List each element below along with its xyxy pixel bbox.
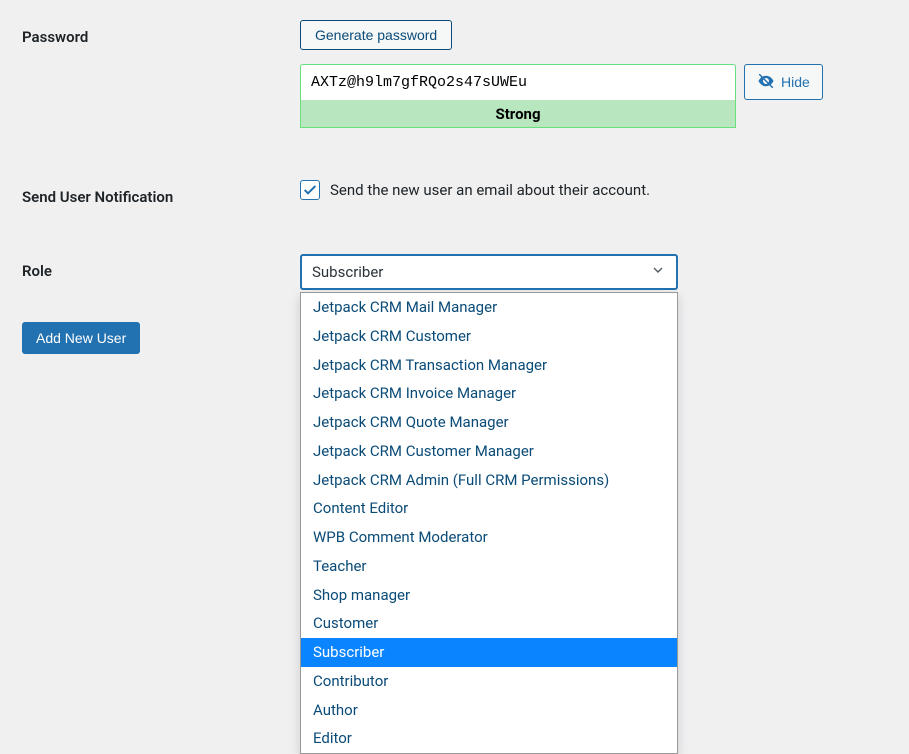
role-option[interactable]: Author [301, 696, 677, 725]
hide-password-button[interactable]: Hide [744, 64, 823, 100]
role-row: Role Subscriber Jetpack CRM Mail Manager… [22, 254, 909, 290]
role-option[interactable]: Shop manager [301, 581, 677, 610]
role-selected-value: Subscriber [312, 263, 383, 281]
role-option[interactable]: Jetpack CRM Transaction Manager [301, 351, 677, 380]
role-option[interactable]: Jetpack CRM Admin (Full CRM Permissions) [301, 466, 677, 495]
password-wrap: Strong Hide [300, 64, 909, 128]
hide-button-label: Hide [781, 74, 810, 90]
check-icon [302, 182, 318, 198]
eye-slash-icon [757, 72, 775, 93]
password-input-stack: Strong [300, 64, 736, 128]
notification-row: Send User Notification Send the new user… [22, 180, 909, 206]
role-option[interactable]: Jetpack CRM Mail Manager [301, 293, 677, 322]
role-option[interactable]: Jetpack CRM Invoice Manager [301, 379, 677, 408]
role-label: Role [22, 254, 300, 280]
add-new-user-button[interactable]: Add New User [22, 322, 140, 354]
notification-label: Send User Notification [22, 180, 300, 206]
notification-field: Send the new user an email about their a… [300, 180, 909, 200]
role-select-wrap: Subscriber Jetpack CRM Mail ManagerJetpa… [300, 254, 678, 290]
role-option[interactable]: Teacher [301, 552, 677, 581]
role-option[interactable]: Content Editor [301, 494, 677, 523]
role-option[interactable]: Subscriber [301, 638, 677, 667]
password-row: Password Generate password Strong Hide [22, 20, 909, 128]
chevron-down-icon [650, 262, 666, 282]
password-label: Password [22, 20, 300, 46]
role-dropdown[interactable]: Jetpack CRM Mail ManagerJetpack CRM Cust… [300, 292, 678, 754]
role-option[interactable]: Contributor [301, 667, 677, 696]
role-field: Subscriber Jetpack CRM Mail ManagerJetpa… [300, 254, 909, 290]
role-option[interactable]: Jetpack CRM Quote Manager [301, 408, 677, 437]
role-option[interactable]: Jetpack CRM Customer Manager [301, 437, 677, 466]
password-field-col: Generate password Strong Hide [300, 20, 909, 128]
role-option[interactable]: Editor [301, 724, 677, 753]
generate-password-button[interactable]: Generate password [300, 20, 452, 50]
role-option[interactable]: Customer [301, 609, 677, 638]
role-option[interactable]: WPB Comment Moderator [301, 523, 677, 552]
role-option[interactable]: Jetpack CRM Customer [301, 322, 677, 351]
notification-description: Send the new user an email about their a… [330, 181, 650, 199]
notification-checkbox[interactable] [300, 180, 320, 200]
password-input[interactable] [300, 64, 736, 100]
password-strength-meter: Strong [300, 100, 736, 128]
role-select[interactable]: Subscriber [300, 254, 678, 290]
